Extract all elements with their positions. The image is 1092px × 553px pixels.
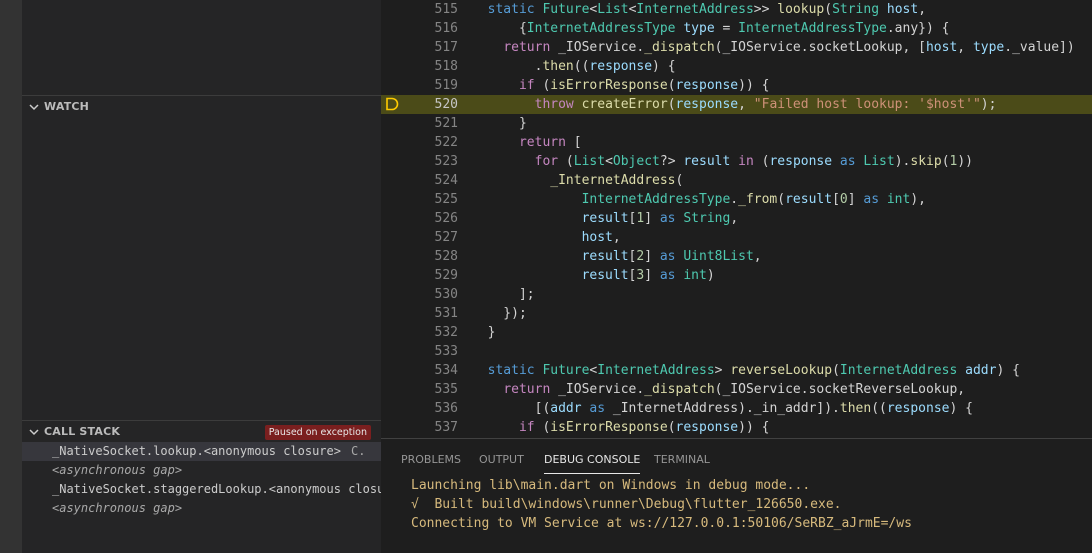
line-number[interactable]: 533 (381, 342, 458, 361)
tab-output[interactable]: OUTPUT (479, 453, 524, 474)
code-line[interactable]: 532 } (381, 323, 1092, 342)
code-line[interactable]: 537 if (isErrorResponse(response)) { (381, 418, 1092, 437)
code-text: for (List<Object?> result in (response a… (534, 154, 973, 169)
code-text: if (isErrorResponse(response)) { (518, 420, 770, 435)
code-text: return _IOService._dispatch(_IOService.s… (503, 40, 1075, 55)
stack-frame[interactable]: _NativeSocket.lookup.<anonymous closure>… (22, 442, 381, 461)
line-number[interactable]: 518 (381, 57, 458, 76)
code-text: return _IOService._dispatch(_IOService.s… (503, 382, 966, 397)
code-text: static Future<InternetAddress> reverseLo… (487, 363, 1020, 378)
line-number[interactable]: 523 (381, 152, 458, 171)
code-line[interactable]: 516 {InternetAddressType type = Internet… (381, 19, 1092, 38)
code-text: } (472, 116, 527, 131)
code-text: } (472, 325, 496, 340)
code-line[interactable]: 523 for (List<Object?> result in (respon… (381, 152, 1092, 171)
line-number[interactable]: 531 (381, 304, 458, 323)
code-text: result[2] as Uint8List, (581, 249, 762, 264)
tab-terminal[interactable]: TERMINAL (654, 453, 710, 474)
stack-frame-label: _NativeSocket.staggeredLookup.<anonymous… (52, 482, 381, 496)
code-text: }); (472, 306, 527, 321)
stack-frame-label: <asynchronous gap> (52, 501, 183, 515)
console-line: √ Built build\windows\runner\Debug\flutt… (411, 497, 842, 512)
code-line[interactable]: 535 return _IOService._dispatch(_IOServi… (381, 380, 1092, 399)
stack-frame-label: _NativeSocket.lookup.<anonymous closure> (52, 444, 341, 458)
line-number[interactable]: 535 (381, 380, 458, 399)
tab-debug-console[interactable]: DEBUG CONSOLE (544, 453, 641, 474)
code-line[interactable]: 522 return [ (381, 133, 1092, 152)
line-number[interactable]: 517 (381, 38, 458, 57)
line-number[interactable]: 525 (381, 190, 458, 209)
line-number[interactable]: 534 (381, 361, 458, 380)
code-line[interactable]: 527 host, (381, 228, 1092, 247)
code-editor[interactable]: 537 if (isErrorResponse(response)) {536 … (381, 0, 1092, 438)
console-line: Connecting to VM Service at ws://127.0.0… (411, 516, 912, 531)
line-number[interactable]: 521 (381, 114, 458, 133)
panel-tabs: PROBLEMS OUTPUT DEBUG CONSOLE TERMINAL (381, 439, 1092, 474)
paused-badge: Paused on exception (264, 425, 371, 440)
code-text: throw createError(response, "Failed host… (534, 97, 997, 112)
watch-section-header[interactable]: WATCH (22, 95, 381, 117)
code-text: return [ (518, 135, 582, 150)
code-text: result[1] as String, (581, 211, 739, 226)
async-gap[interactable]: <asynchronous gap> (22, 499, 381, 518)
code-line[interactable]: 518 .then((response) { (381, 57, 1092, 76)
line-number[interactable]: 526 (381, 209, 458, 228)
line-number[interactable]: 529 (381, 266, 458, 285)
stack-frame[interactable]: _NativeSocket.staggeredLookup.<anonymous… (22, 480, 381, 499)
code-text: InternetAddressType._from(result[0] as i… (581, 192, 926, 207)
code-line[interactable]: 524 _InternetAddress( (381, 171, 1092, 190)
line-number[interactable]: 516 (381, 19, 458, 38)
line-number[interactable]: 528 (381, 247, 458, 266)
line-number[interactable]: 524 (381, 171, 458, 190)
chevron-down-icon (29, 428, 39, 435)
code-line[interactable]: 519 if (isErrorResponse(response)) { (381, 76, 1092, 95)
code-text: host, (581, 230, 621, 245)
code-line[interactable]: 533 (381, 342, 1092, 361)
activity-bar (0, 0, 22, 553)
debug-sidebar: WATCH CALL STACK Paused on exception _Na… (22, 0, 381, 553)
code-line[interactable]: 534 static Future<InternetAddress> rever… (381, 361, 1092, 380)
chevron-down-icon (29, 103, 39, 110)
watch-title: WATCH (44, 100, 90, 113)
code-line[interactable]: 517 return _IOService._dispatch(_IOServi… (381, 38, 1092, 57)
line-number[interactable]: 515 (381, 0, 458, 19)
line-number[interactable]: 527 (381, 228, 458, 247)
code-line[interactable]: 529 result[3] as int) (381, 266, 1092, 285)
code-line[interactable]: 531 }); (381, 304, 1092, 323)
code-line[interactable]: 515 static Future<List<InternetAddress>>… (381, 0, 1092, 19)
line-number[interactable]: 536 (381, 399, 458, 418)
code-text: _InternetAddress( (550, 173, 684, 188)
console-line: Launching lib\main.dart on Windows in de… (411, 478, 811, 493)
line-number[interactable]: 530 (381, 285, 458, 304)
line-number[interactable]: 519 (381, 76, 458, 95)
call-stack-section-header[interactable]: CALL STACK Paused on exception (22, 420, 381, 442)
code-line[interactable]: 526 result[1] as String, (381, 209, 1092, 228)
code-text: static Future<List<InternetAddress>> loo… (487, 2, 927, 17)
code-text: result[3] as int) (581, 268, 715, 283)
tab-problems[interactable]: PROBLEMS (401, 453, 461, 474)
exception-marker-icon (386, 97, 399, 111)
async-gap[interactable]: <asynchronous gap> (22, 461, 381, 480)
call-stack-title: CALL STACK (44, 425, 121, 438)
code-line[interactable]: 525 InternetAddressType._from(result[0] … (381, 190, 1092, 209)
line-number[interactable]: 522 (381, 133, 458, 152)
code-line[interactable]: 521 } (381, 114, 1092, 133)
bottom-panel: PROBLEMS OUTPUT DEBUG CONSOLE TERMINAL L… (381, 438, 1092, 553)
code-text: {InternetAddressType type = InternetAddr… (472, 21, 950, 36)
call-stack-list: _NativeSocket.lookup.<anonymous closure>… (22, 442, 381, 518)
code-text: if (isErrorResponse(response)) { (518, 78, 770, 93)
stack-frame-source: C. (350, 444, 366, 458)
code-text: ]; (472, 287, 535, 302)
code-line[interactable]: 530 ]; (381, 285, 1092, 304)
code-line[interactable]: 528 result[2] as Uint8List, (381, 247, 1092, 266)
code-line[interactable]: 536 [(addr as _InternetAddress)._in_addr… (381, 399, 1092, 418)
code-text: .then((response) { (472, 59, 676, 74)
code-line[interactable]: 520 throw createError(response, "Failed … (381, 95, 1092, 114)
line-number[interactable]: 537 (381, 418, 458, 437)
line-number[interactable]: 532 (381, 323, 458, 342)
stack-frame-label: <asynchronous gap> (52, 463, 183, 477)
code-text: [(addr as _InternetAddress)._in_addr]).t… (472, 401, 973, 416)
